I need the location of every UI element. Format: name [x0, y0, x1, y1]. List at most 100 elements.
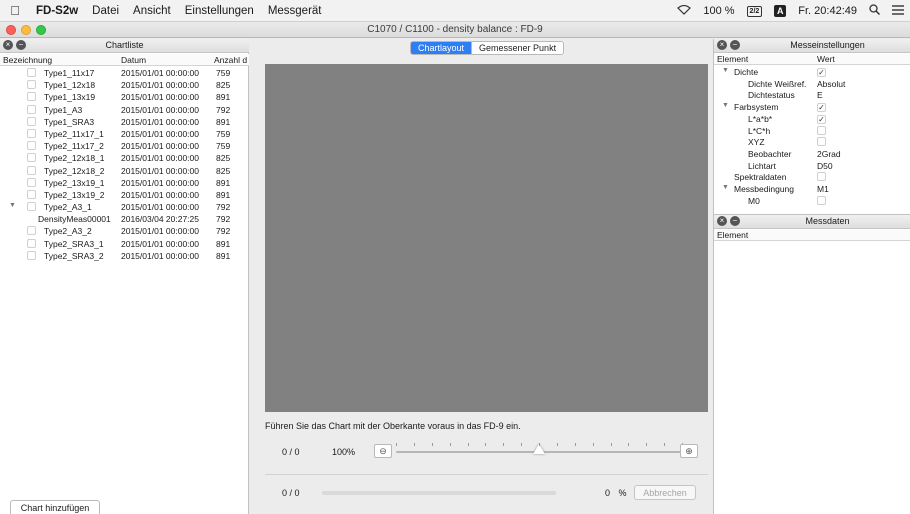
input-source-icon[interactable]: A: [774, 5, 787, 17]
setting-checkbox[interactable]: ✓: [817, 102, 826, 113]
setting-value[interactable]: Absolut: [817, 79, 845, 89]
slider-tick: [557, 443, 558, 446]
column-wert[interactable]: Wert: [817, 54, 835, 64]
spotlight-search-icon[interactable]: [869, 4, 881, 18]
table-row[interactable]: Type1_13x19 2015/01/01 00:00:00 891: [0, 91, 249, 103]
setting-value[interactable]: M1: [817, 184, 829, 194]
settings-row[interactable]: XYZ: [714, 137, 910, 148]
table-row[interactable]: Type2_13x19_1 2015/01/01 00:00:00 891: [0, 177, 249, 189]
settings-row[interactable]: Dichte Weißref. Absolut: [714, 79, 910, 90]
wifi-icon[interactable]: [677, 4, 692, 18]
chart-count: 825: [216, 80, 231, 91]
table-row[interactable]: Type1_SRA3 2015/01/01 00:00:00 891: [0, 116, 249, 128]
menu-einstellungen[interactable]: Einstellungen: [185, 5, 254, 17]
disclosure-triangle-icon[interactable]: ▼: [722, 184, 729, 191]
table-row[interactable]: Type2_12x18_2 2015/01/01 00:00:00 825: [0, 165, 249, 177]
collapse-icon[interactable]: −: [730, 40, 740, 50]
row-checkbox[interactable]: [27, 104, 36, 114]
tab-gemessener-punkt[interactable]: Gemessener Punkt: [471, 42, 564, 54]
settings-row[interactable]: Dichtestatus E: [714, 90, 910, 101]
table-row[interactable]: Type2_SRA3_1 2015/01/01 00:00:00 891: [0, 238, 249, 250]
settings-row[interactable]: Beobachter 2Grad: [714, 149, 910, 160]
table-row[interactable]: Type2_11x17_2 2015/01/01 00:00:00 759: [0, 140, 249, 152]
row-checkbox[interactable]: [27, 165, 36, 175]
row-checkbox[interactable]: [27, 177, 36, 187]
row-checkbox[interactable]: [27, 80, 36, 90]
cancel-button[interactable]: Abbrechen: [634, 485, 696, 500]
table-row[interactable]: Type2_SRA3_2 2015/01/01 00:00:00 891: [0, 250, 249, 262]
apple-icon[interactable]: : [0, 3, 30, 18]
slider-tick: [396, 443, 397, 446]
row-checkbox[interactable]: [27, 141, 36, 151]
row-checkbox[interactable]: [27, 250, 36, 260]
settings-row[interactable]: Lichtart D50: [714, 161, 910, 172]
setting-checkbox[interactable]: ✓: [817, 67, 826, 77]
column-anzahl[interactable]: Anzahl d: [214, 55, 247, 65]
setting-checkbox[interactable]: [817, 137, 826, 148]
disclosure-triangle-icon[interactable]: ▼: [9, 202, 16, 209]
chartlist-panel: × − Chartliste Bezeichnung Datum Anzahl …: [0, 39, 249, 514]
column-bezeichnung[interactable]: Bezeichnung: [3, 55, 52, 65]
close-icon[interactable]: ×: [717, 216, 727, 226]
settings-row[interactable]: ▼ Messbedingung M1: [714, 184, 910, 195]
add-chart-button[interactable]: Chart hinzufügen: [10, 500, 100, 514]
settings-row[interactable]: ▼ Farbsystem ✓: [714, 102, 910, 113]
battery-icon[interactable]: 2/2: [746, 5, 763, 17]
setting-value[interactable]: 2Grad: [817, 149, 841, 159]
chart-preview-canvas[interactable]: [265, 64, 708, 412]
table-row[interactable]: Type2_A3_2 2015/01/01 00:00:00 792: [0, 225, 249, 237]
setting-checkbox[interactable]: [817, 195, 826, 207]
measurement-data-panel: × − Messdaten Element: [713, 214, 910, 514]
row-checkbox[interactable]: [27, 202, 36, 212]
menu-ansicht[interactable]: Ansicht: [133, 5, 171, 17]
row-checkbox[interactable]: [27, 92, 36, 102]
measurement-data-column-header: Element: [714, 230, 910, 241]
disclosure-triangle-icon[interactable]: ▼: [722, 67, 729, 74]
row-checkbox[interactable]: [27, 116, 36, 126]
row-checkbox[interactable]: [27, 238, 36, 248]
settings-row[interactable]: Spektraldaten: [714, 172, 910, 183]
row-checkbox[interactable]: [27, 68, 36, 77]
table-row[interactable]: ▼ Type2_A3_1 2015/01/01 00:00:00 792: [0, 201, 249, 213]
column-datum[interactable]: Datum: [121, 55, 146, 65]
close-icon[interactable]: ×: [717, 40, 727, 50]
disclosure-triangle-icon[interactable]: ▼: [722, 102, 729, 109]
settings-row[interactable]: L*C*h: [714, 125, 910, 137]
setting-value[interactable]: E: [817, 90, 823, 100]
row-checkbox[interactable]: [27, 153, 36, 163]
column-element[interactable]: Element: [717, 230, 748, 240]
battery-percent[interactable]: 100 %: [703, 5, 734, 17]
setting-checkbox[interactable]: [817, 125, 826, 137]
zoom-in-button[interactable]: ⊕: [680, 444, 698, 458]
setting-checkbox[interactable]: [817, 172, 826, 183]
notification-center-icon[interactable]: [892, 4, 904, 18]
window-title: C1070 / C1100 - density balance : FD-9: [367, 24, 543, 35]
settings-row[interactable]: L*a*b* ✓: [714, 114, 910, 125]
zoom-slider[interactable]: [396, 443, 683, 454]
column-element[interactable]: Element: [717, 54, 748, 64]
row-checkbox[interactable]: [27, 226, 36, 236]
table-row[interactable]: Type1_12x18 2015/01/01 00:00:00 825: [0, 79, 249, 91]
settings-row[interactable]: M0: [714, 195, 910, 207]
setting-label: Spektraldaten: [734, 172, 787, 183]
row-checkbox[interactable]: [27, 128, 36, 138]
slider-tick: [575, 443, 576, 446]
table-row[interactable]: DensityMeas00001 2016/03/04 20:27:25 792: [0, 213, 249, 225]
menu-app-name[interactable]: FD-S2w: [36, 5, 78, 17]
row-checkbox[interactable]: [27, 189, 36, 199]
menubar-clock[interactable]: Fr. 20:42:49: [798, 5, 857, 17]
zoom-out-button[interactable]: ⊖: [374, 444, 392, 458]
collapse-icon[interactable]: −: [730, 216, 740, 226]
menu-messgeraet[interactable]: Messgerät: [268, 5, 322, 17]
menu-datei[interactable]: Datei: [92, 5, 119, 17]
table-row[interactable]: Type2_13x19_2 2015/01/01 00:00:00 891: [0, 189, 249, 201]
table-row[interactable]: Type1_A3 2015/01/01 00:00:00 792: [0, 104, 249, 116]
setting-checkbox[interactable]: ✓: [817, 114, 826, 124]
table-row[interactable]: Type2_11x17_1 2015/01/01 00:00:00 759: [0, 128, 249, 140]
table-row[interactable]: Type1_11x17 2015/01/01 00:00:00 759: [0, 67, 249, 79]
settings-row[interactable]: ▼ Dichte ✓: [714, 67, 910, 78]
tab-chartlayout[interactable]: Chartlayout: [411, 42, 472, 54]
table-row[interactable]: Type2_12x18_1 2015/01/01 00:00:00 825: [0, 152, 249, 164]
measurement-settings-column-header: Element Wert: [714, 54, 910, 65]
setting-value[interactable]: D50: [817, 161, 833, 171]
